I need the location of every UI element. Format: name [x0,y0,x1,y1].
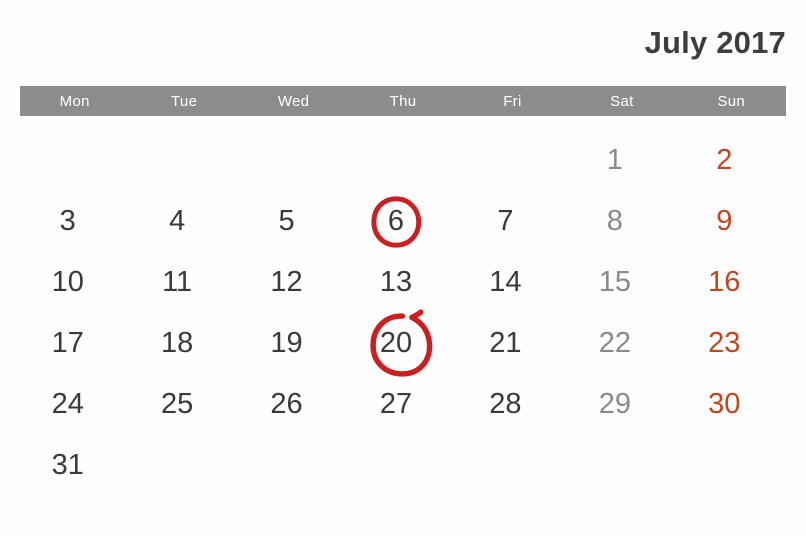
date-cell-12[interactable]: 12 [239,252,348,313]
date-number-21: 21 [489,327,522,359]
date-cell-30[interactable]: 30 [677,374,786,435]
date-number-5: 5 [278,205,295,237]
date-cell-empty [239,130,348,191]
month-title: July 2017 [644,25,786,60]
weekday-header-sun: Sun [717,92,746,110]
date-number-25: 25 [161,388,194,420]
weekday-header-thu: Thu [389,92,417,110]
weekday-header-sat: Sat [610,92,634,110]
date-cell-empty [677,435,786,496]
date-number-11: 11 [162,266,193,298]
date-number-29: 29 [598,388,631,420]
date-cell-25[interactable]: 25 [129,374,238,435]
date-cell-9[interactable]: 9 [677,191,786,252]
date-number-17: 17 [51,327,84,359]
date-cell-2[interactable]: 2 [677,130,786,191]
date-cell-10[interactable]: 10 [20,252,129,313]
date-cell-29[interactable]: 29 [567,374,676,435]
weekday-header-wed: Wed [277,92,310,110]
calendar-page: July 2017 Mon Tue Wed Thu Fri Sat Sun 12345678… [0,0,806,536]
date-cell-28[interactable]: 28 [458,374,567,435]
date-cell-22[interactable]: 22 [567,313,676,374]
weekday-header-bar: Mon Tue Wed Thu Fri Sat Sun [20,86,786,116]
date-number-28: 28 [489,388,522,420]
date-cell-18[interactable]: 18 [129,313,238,374]
date-cell-23[interactable]: 23 [677,313,786,374]
date-grid: 1 2 3 4 5 6 7 8 9 10 11 12 13 14 15 16 17 18 19 20 21 22 23 24 2… [20,130,786,502]
date-number-3: 3 [59,205,76,237]
date-number-16: 16 [708,266,741,298]
date-cell-empty [348,130,457,191]
date-cell-16[interactable]: 16 [677,252,786,313]
date-cell-empty [129,435,238,496]
date-number-6: 6 [387,205,405,237]
date-cell-27[interactable]: 27 [348,374,457,435]
date-number-13: 13 [379,266,413,298]
date-number-14: 14 [489,266,522,298]
date-cell-13[interactable]: 13 [348,252,457,313]
date-number-15: 15 [598,266,631,298]
date-number-27: 27 [379,388,413,420]
date-cell-20[interactable]: 20 [348,308,457,377]
date-cell-11[interactable]: 11 [129,252,238,313]
date-number-23: 23 [708,327,741,359]
date-cell-empty [458,435,567,496]
date-cell-6[interactable]: 6 [348,191,457,252]
date-cell-5[interactable]: 5 [239,191,348,252]
weekday-header-tue: Tue [171,92,198,110]
date-cell-19[interactable]: 19 [239,313,348,374]
date-cell-15[interactable]: 15 [567,252,676,313]
date-cell-1[interactable]: 1 [567,130,676,191]
weekday-header-fri: Fri [503,92,522,110]
date-number-10: 10 [51,266,84,298]
date-number-22: 22 [598,327,631,359]
date-cell-empty [239,435,348,496]
date-cell-21[interactable]: 21 [458,313,567,374]
date-number-24: 24 [51,388,84,420]
date-number-8: 8 [606,205,623,237]
date-number-18: 18 [161,327,194,359]
date-number-31: 31 [51,449,84,481]
date-cell-empty [348,435,457,496]
date-number-30: 30 [708,388,741,420]
date-cell-4[interactable]: 4 [129,191,238,252]
date-number-26: 26 [270,388,303,420]
date-cell-empty [458,130,567,191]
date-cell-24[interactable]: 24 [20,374,129,435]
date-cell-17[interactable]: 17 [20,313,129,374]
date-number-20: 20 [379,327,413,359]
date-number-19: 19 [270,327,303,359]
date-cell-26[interactable]: 26 [239,374,348,435]
date-number-9: 9 [716,205,733,237]
date-cell-3[interactable]: 3 [20,191,129,252]
date-cell-empty [129,130,238,191]
date-cell-empty [567,435,676,496]
date-number-12: 12 [270,266,303,298]
date-cell-31[interactable]: 31 [20,435,129,496]
date-number-7: 7 [497,205,514,237]
date-number-2: 2 [716,144,733,176]
date-cell-empty [20,130,129,191]
date-cell-14[interactable]: 14 [458,252,567,313]
weekday-header-mon: Mon [59,92,90,110]
date-cell-7[interactable]: 7 [458,191,567,252]
date-number-1: 1 [606,144,623,176]
calendar-header: July 2017 [20,18,786,68]
date-cell-8[interactable]: 8 [567,191,676,252]
date-number-4: 4 [169,205,186,237]
